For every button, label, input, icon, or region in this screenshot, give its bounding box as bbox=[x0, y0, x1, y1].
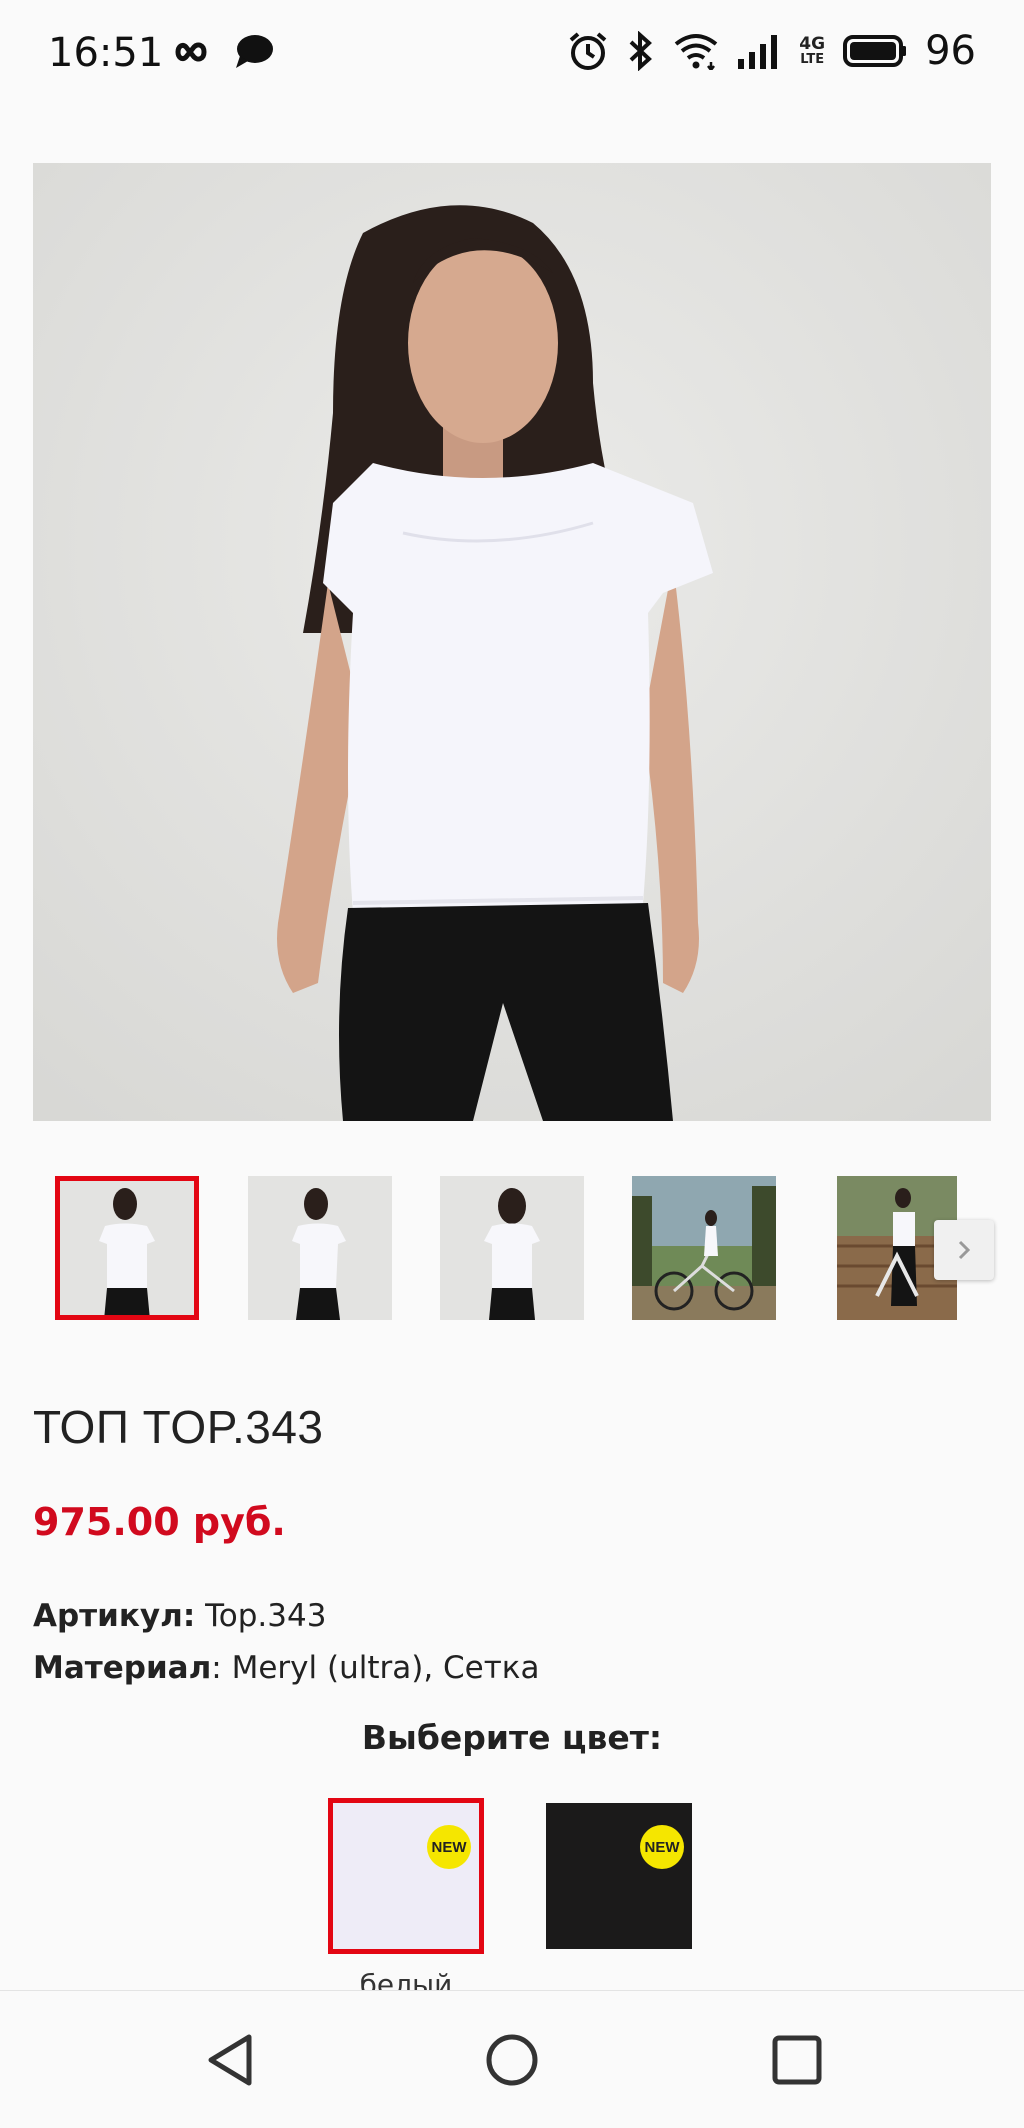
thumbnail-back[interactable] bbox=[440, 1176, 584, 1320]
nav-recents-button[interactable] bbox=[762, 2025, 832, 2095]
thumbnail-front[interactable] bbox=[55, 1176, 199, 1320]
signal-icon bbox=[738, 35, 778, 69]
battery-icon bbox=[843, 35, 907, 67]
bluetooth-icon bbox=[629, 31, 653, 71]
alarm-icon bbox=[569, 32, 607, 70]
product-title: ТОП TOP.343 bbox=[33, 1401, 324, 1453]
thumbnail-image bbox=[248, 1176, 392, 1320]
product-main-image[interactable] bbox=[33, 163, 991, 1121]
status-right-icons: 4G LTE 96 bbox=[567, 28, 976, 74]
model-photo bbox=[33, 163, 991, 1121]
thumbnail-side[interactable] bbox=[248, 1176, 392, 1320]
chevron-right-icon bbox=[958, 1240, 971, 1260]
article-row: Артикул: Top.343 bbox=[33, 1598, 326, 1634]
thumbnail-image bbox=[440, 1176, 584, 1320]
home-circle-icon bbox=[486, 2034, 538, 2086]
article-label: Артикул: bbox=[33, 1598, 196, 1634]
product-price: 975.00 руб. bbox=[33, 1500, 286, 1544]
thumbnail-image bbox=[55, 1176, 199, 1320]
status-left-icons bbox=[170, 34, 274, 70]
color-swatch-black[interactable]: NEW bbox=[546, 1803, 692, 1949]
nav-home-button[interactable] bbox=[477, 2025, 547, 2095]
thumbnail-image bbox=[632, 1176, 776, 1320]
system-nav-bar bbox=[0, 1990, 1024, 2128]
new-badge: NEW bbox=[427, 1825, 471, 1869]
thumbnail-strip bbox=[0, 1168, 1024, 1328]
material-value: : Meryl (ultra), Сетка bbox=[211, 1650, 540, 1686]
nav-back-button[interactable] bbox=[195, 2025, 265, 2095]
material-label: Материал bbox=[33, 1650, 212, 1686]
color-swatch-label: белый bbox=[359, 1968, 453, 1990]
back-triangle-icon bbox=[208, 2034, 252, 2086]
infinity-icon bbox=[175, 42, 207, 62]
color-heading: Выберите цвет: bbox=[361, 1718, 663, 1757]
thumbnail-outdoor-bike[interactable] bbox=[632, 1176, 776, 1320]
new-badge: NEW bbox=[640, 1825, 684, 1869]
material-row: Материал: Meryl (ultra), Сетка bbox=[33, 1650, 540, 1686]
article-value: Top.343 bbox=[195, 1598, 327, 1634]
4g-lte-icon: 4G LTE bbox=[799, 34, 826, 67]
battery-percent: 96 bbox=[925, 28, 976, 74]
status-time: 16:51 bbox=[48, 30, 164, 76]
thumbnail-next-button[interactable] bbox=[934, 1220, 994, 1280]
wifi-icon bbox=[675, 34, 718, 70]
recents-square-icon bbox=[772, 2035, 822, 2085]
color-swatch-white[interactable]: NEW bbox=[328, 1798, 484, 1954]
status-bar: 16:51 4G LTE 96 bbox=[0, 0, 1024, 110]
chat-bubble-icon bbox=[236, 35, 273, 68]
